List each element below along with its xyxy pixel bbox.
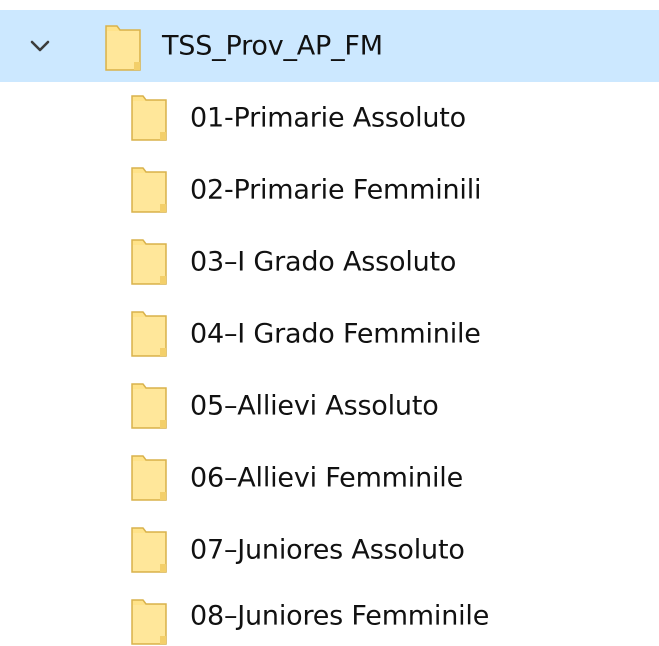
folder-icon: [131, 239, 167, 285]
tree-node-label: 04–I Grado Femminile: [190, 318, 481, 350]
tree-node-label: 02-Primarie Femminili: [190, 174, 482, 206]
folder-tree: TSS_Prov_AP_FM 01-Primarie Assoluto 02-P…: [0, 0, 659, 646]
tree-node-folder[interactable]: 04–I Grado Femminile: [0, 298, 659, 370]
folder-icon: [131, 95, 167, 141]
folder-icon: [131, 527, 167, 573]
tree-node-label: 06–Allievi Femminile: [190, 462, 464, 494]
tree-node-folder[interactable]: 01-Primarie Assoluto: [0, 82, 659, 154]
folder-icon: [131, 383, 167, 429]
folder-icon: [131, 599, 167, 645]
tree-node-label: 08–Juniores Femminile: [190, 600, 490, 632]
tree-node-label: 01-Primarie Assoluto: [190, 102, 466, 134]
folder-icon: [131, 455, 167, 501]
chevron-down-icon[interactable]: [26, 32, 54, 60]
tree-node-folder[interactable]: 08–Juniores Femminile: [0, 586, 659, 646]
tree-node-folder[interactable]: 02-Primarie Femminili: [0, 154, 659, 226]
tree-node-label: 07–Juniores Assoluto: [190, 534, 465, 566]
tree-node-label: 05–Allievi Assoluto: [190, 390, 439, 422]
folder-icon: [105, 25, 141, 71]
tree-node-tss-prov-ap-fm[interactable]: TSS_Prov_AP_FM: [0, 10, 659, 82]
tree-node-folder[interactable]: 03–I Grado Assoluto: [0, 226, 659, 298]
tree-node-folder[interactable]: 06–Allievi Femminile: [0, 442, 659, 514]
tree-node-label: 03–I Grado Assoluto: [190, 246, 457, 278]
folder-icon: [131, 311, 167, 357]
folder-icon: [131, 167, 167, 213]
tree-node-folder[interactable]: 05–Allievi Assoluto: [0, 370, 659, 442]
tree-node-folder[interactable]: 07–Juniores Assoluto: [0, 514, 659, 586]
tree-node-label: TSS_Prov_AP_FM: [162, 30, 383, 62]
